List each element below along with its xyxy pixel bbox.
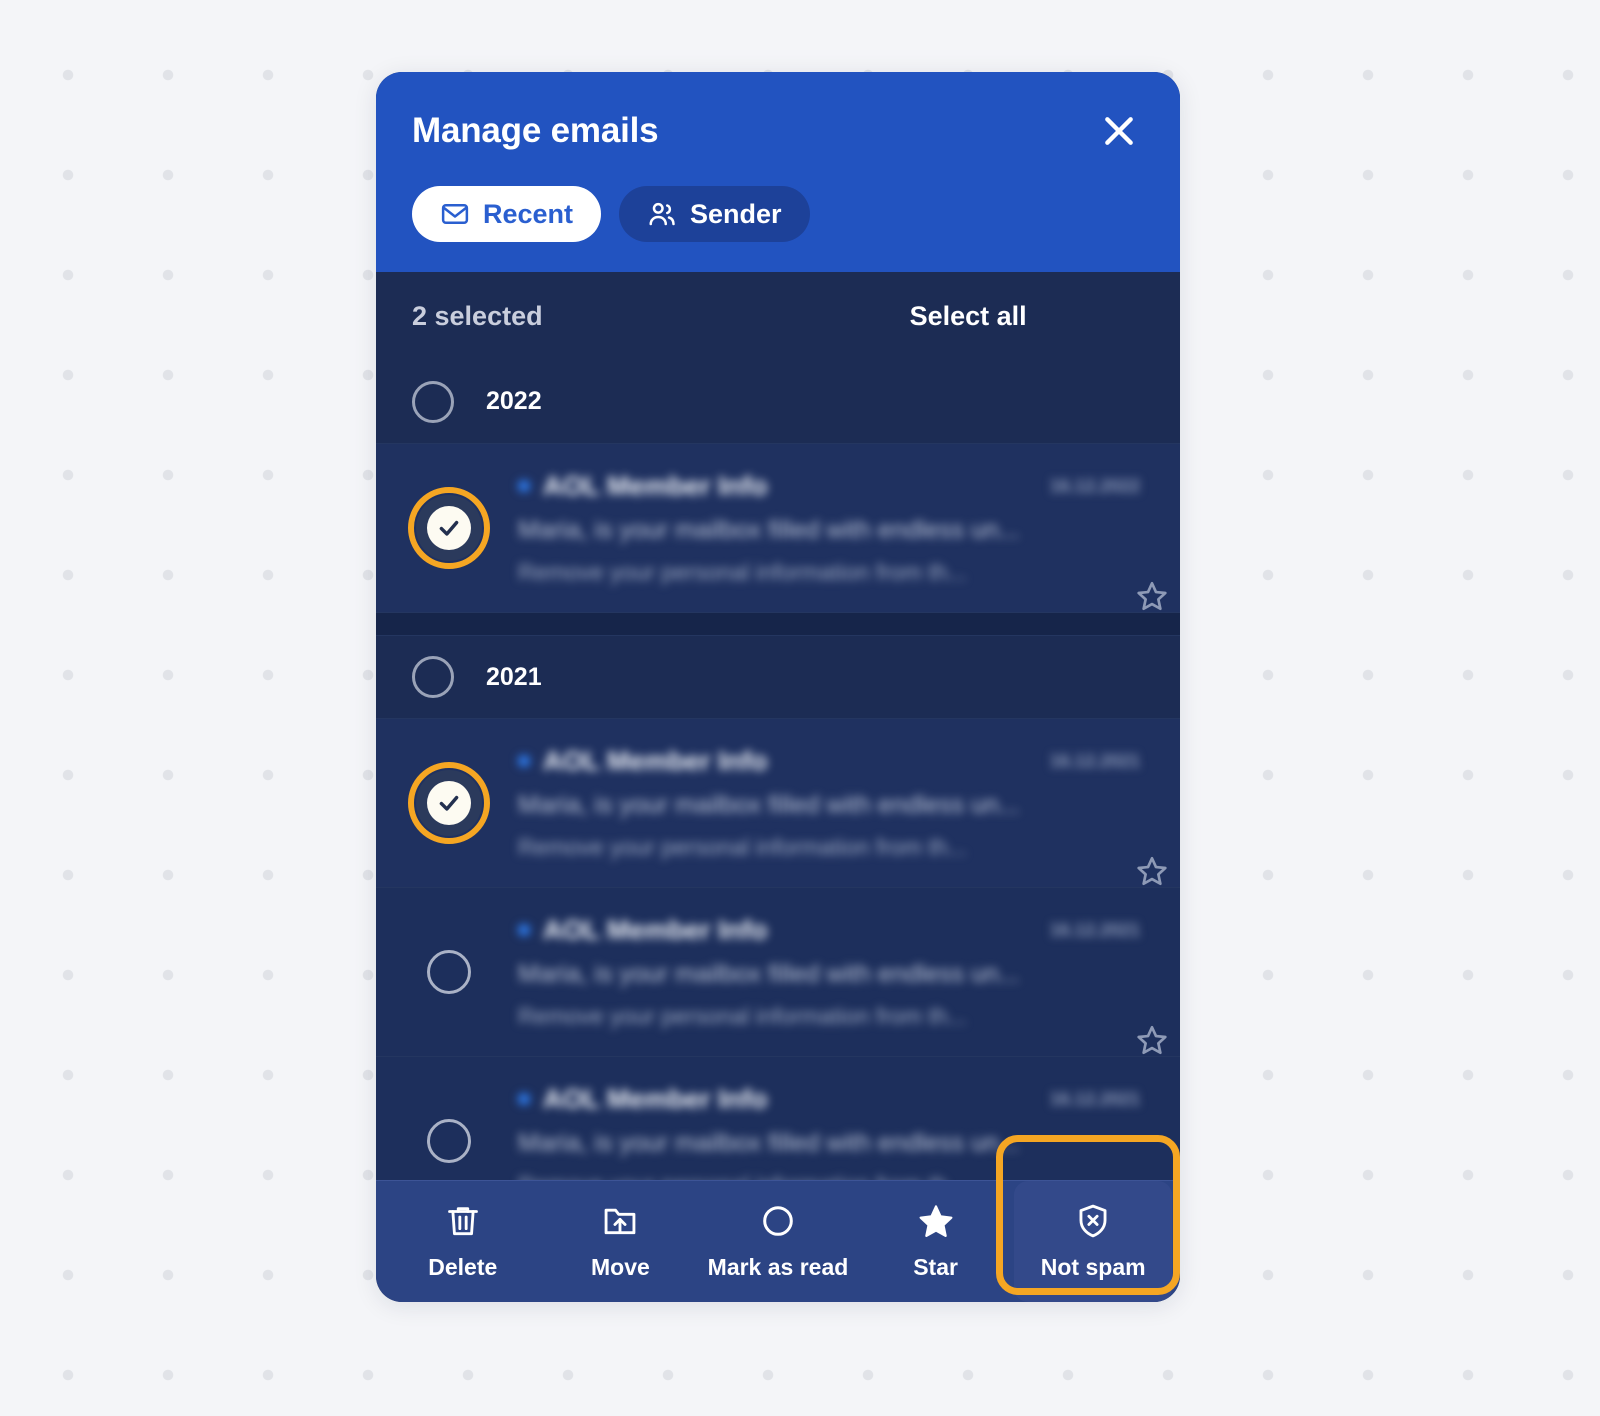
email-date: 16.12.2022 [1049, 475, 1140, 496]
move-button[interactable]: Move [542, 1181, 700, 1302]
list-item[interactable]: AOL Member Info 16.12.2021 Maria, is you… [376, 888, 1180, 1057]
list-item[interactable]: AOL Member Info 16.12.2021 Maria, is you… [376, 719, 1180, 888]
trash-icon [444, 1202, 482, 1240]
tab-row: Recent Sender [412, 186, 1144, 242]
year-label: 2022 [486, 387, 542, 415]
circle-icon [759, 1202, 797, 1240]
email-preview: Maria, is your mailbox filled with endle… [518, 790, 1020, 819]
unread-dot [518, 480, 530, 492]
list-item[interactable]: AOL Member Info 16.12.2021 Maria, is you… [376, 1057, 1180, 1180]
list-item[interactable]: AOL Member Info 16.12.2022 Maria, is you… [376, 444, 1180, 613]
star-icon[interactable] [1132, 576, 1172, 616]
not-spam-button[interactable]: Not spam [996, 1135, 1180, 1302]
email-content: AOL Member Info 16.12.2021 Maria, is you… [518, 746, 1154, 861]
email-checkbox[interactable] [408, 487, 490, 569]
checkbox-unchecked [427, 1119, 471, 1163]
email-preview: Maria, is your mailbox filled with endle… [518, 515, 1020, 544]
year-group-header[interactable]: 2022 [376, 360, 1180, 444]
email-checkbox[interactable] [412, 1104, 486, 1178]
section-divider [376, 613, 1180, 635]
delete-label: Delete [428, 1254, 498, 1280]
year-group-header[interactable]: 2021 [376, 635, 1180, 719]
move-label: Move [590, 1254, 650, 1280]
email-date: 16.12.2021 [1049, 750, 1140, 771]
email-content: AOL Member Info 16.12.2021 Maria, is you… [518, 915, 1154, 1030]
email-subject: AOL Member Info [543, 745, 768, 776]
year-checkbox[interactable] [412, 380, 454, 423]
star-label: Star [913, 1254, 958, 1280]
star-button[interactable]: Star [857, 1181, 1015, 1302]
star-icon[interactable] [1132, 1020, 1172, 1060]
star-icon[interactable] [1132, 851, 1172, 891]
email-subject: AOL Member Info [543, 914, 768, 945]
email-preview-secondary: Remove your personal information from th… [518, 833, 967, 860]
selection-bar: 2 selected Select all [376, 272, 1180, 360]
year-checkbox[interactable] [412, 656, 454, 698]
unread-dot [518, 924, 530, 936]
email-preview-secondary: Remove your personal information from th… [518, 558, 967, 585]
shield-x-icon [1074, 1202, 1112, 1240]
unread-dot [518, 1093, 530, 1105]
tab-recent[interactable]: Recent [412, 186, 602, 242]
email-preview-secondary: Remove your personal information from th… [518, 1172, 1144, 1181]
email-preview-secondary: Remove your personal information from th… [518, 1002, 967, 1029]
page-title: Manage emails [412, 111, 659, 150]
not-spam-label: Not spam [1040, 1254, 1146, 1280]
envelope-icon [440, 199, 470, 229]
email-checkbox[interactable] [408, 762, 490, 844]
email-preview: Maria, is your mailbox filled with endle… [518, 959, 1020, 988]
select-all-button[interactable]: Select all [910, 301, 1027, 332]
email-checkbox[interactable] [412, 935, 486, 1009]
mark-as-read-button[interactable]: Mark as read [699, 1181, 857, 1302]
email-subject: AOL Member Info [543, 470, 768, 501]
email-content: AOL Member Info 16.12.2021 Maria, is you… [518, 1083, 1154, 1181]
close-icon[interactable] [1096, 108, 1142, 154]
star-filled-icon [917, 1202, 955, 1240]
tab-sender[interactable]: Sender [619, 186, 810, 242]
tab-sender-label: Sender [690, 198, 782, 229]
people-icon [647, 199, 677, 229]
header-title-row: Manage emails [412, 100, 1144, 162]
email-date: 16.12.2021 [1049, 1088, 1140, 1109]
folder-move-icon [601, 1202, 639, 1240]
email-preview: Maria, is your mailbox filled with endle… [518, 1128, 1020, 1157]
year-label: 2021 [486, 662, 542, 691]
email-subject: AOL Member Info [543, 1083, 768, 1114]
email-content: AOL Member Info 16.12.2022 Maria, is you… [518, 471, 1154, 586]
mark-as-read-label: Mark as read [707, 1254, 849, 1280]
selected-count: 2 selected [412, 300, 543, 331]
manage-emails-modal: Manage emails Recent Sender 2 selected S… [376, 72, 1180, 1302]
selection-highlight-ring [408, 762, 490, 844]
email-list: 2022 AOL Member Info 16.12.2022 Maria, i… [376, 360, 1180, 1180]
tab-recent-label: Recent [483, 198, 574, 229]
selection-highlight-ring [408, 487, 490, 569]
delete-button[interactable]: Delete [384, 1181, 542, 1302]
checkbox-unchecked [427, 950, 471, 994]
action-toolbar: Delete Move Mark as read Star Not spam [376, 1135, 1180, 1302]
modal-header: Manage emails Recent Sender [376, 72, 1180, 272]
email-date: 16.12.2021 [1049, 919, 1140, 940]
unread-dot [518, 755, 530, 767]
